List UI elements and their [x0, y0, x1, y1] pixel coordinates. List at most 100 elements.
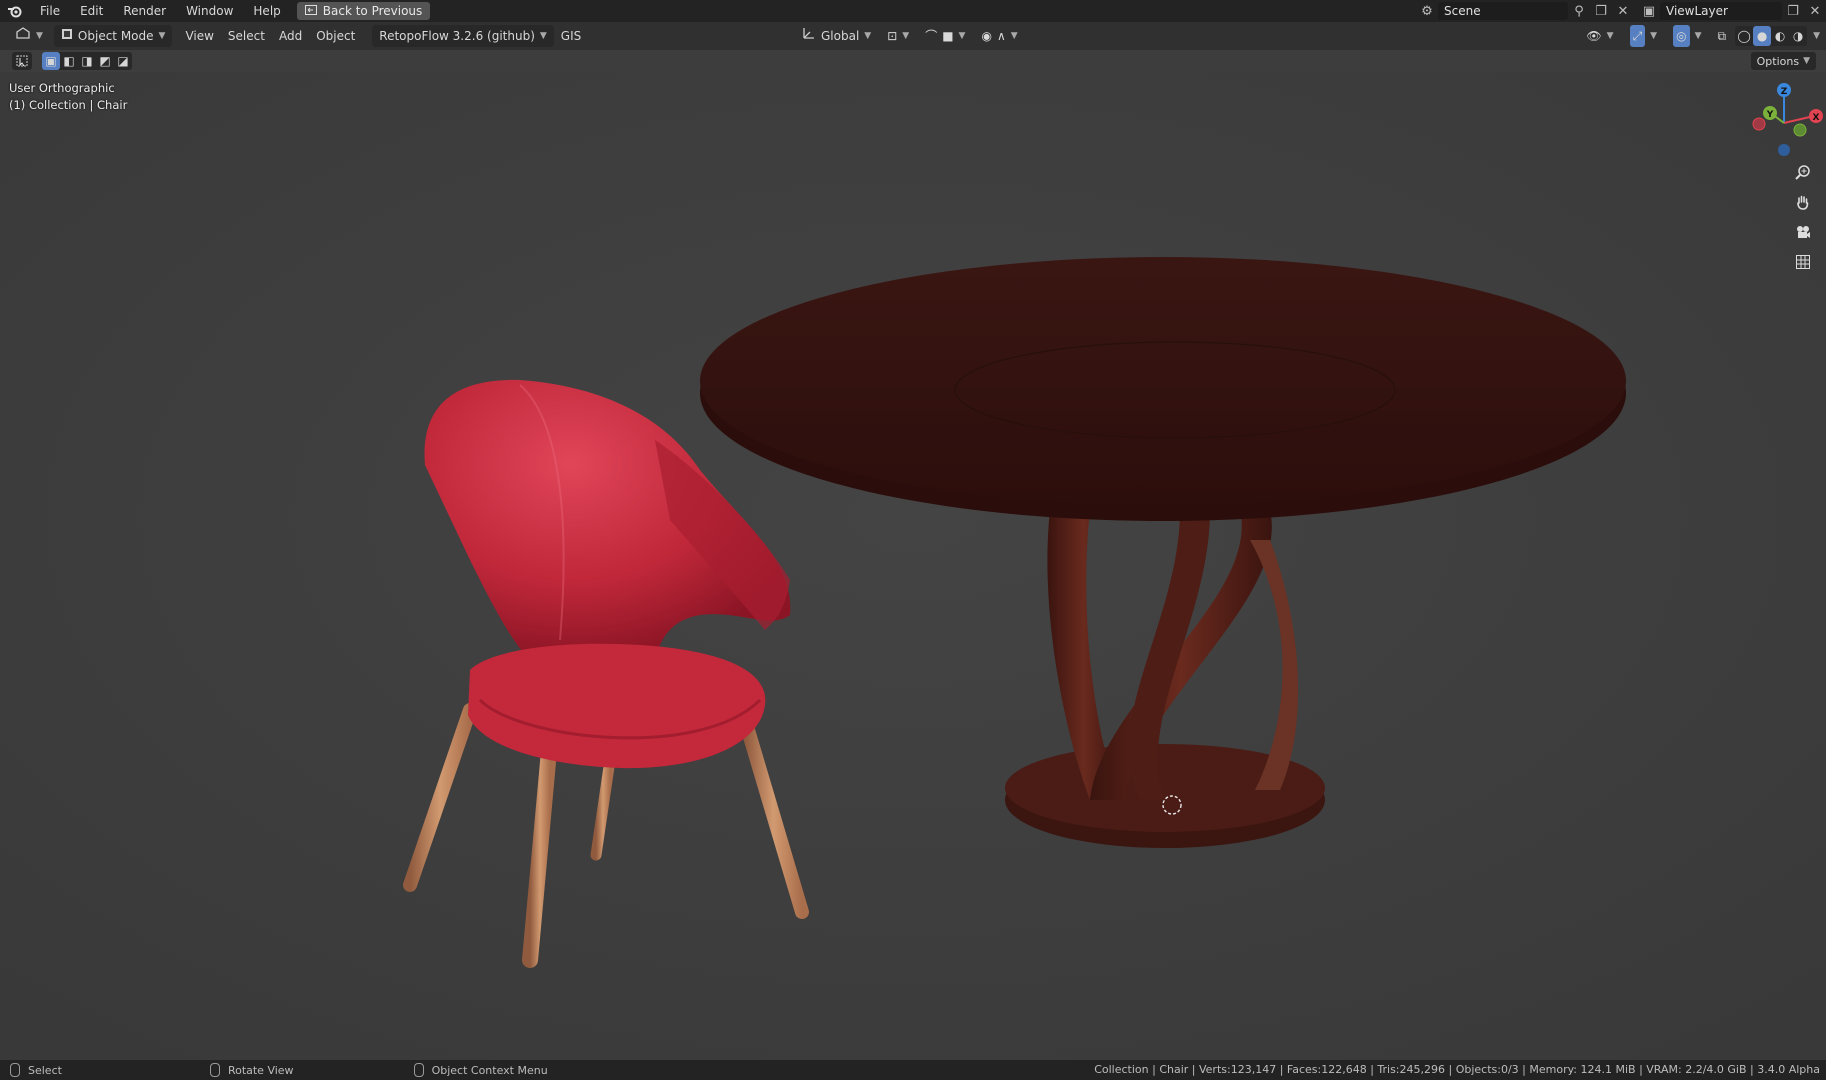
shading-mode-group: ◯ ● ◐ ◑ — [1735, 26, 1808, 46]
chair-seat — [468, 643, 766, 769]
pin-icon[interactable]: ⚲ — [1568, 2, 1590, 20]
status-rotate-label: Rotate View — [227, 1063, 294, 1077]
viewport-navigation — [1791, 160, 1815, 274]
status-select-label: Select — [28, 1063, 62, 1077]
menu-help[interactable]: Help — [243, 0, 290, 22]
retopoflow-dropdown[interactable]: RetopoFlow 3.2.6 (github) ▼ — [372, 25, 554, 47]
viewport-background — [0, 72, 1826, 1060]
scene-name: Scene — [1444, 4, 1481, 18]
editor-type-icon — [15, 25, 31, 47]
options-label: Options — [1756, 54, 1800, 68]
middle-mouse-icon — [209, 1063, 220, 1077]
view-layer-name: ViewLayer — [1666, 4, 1728, 18]
view-layer-selector-icon[interactable]: ▣ — [1638, 2, 1660, 20]
back-icon — [304, 4, 317, 18]
view-name: User Orthographic — [9, 81, 115, 95]
gizmo-toggle[interactable]: ⤢ ▼ — [1623, 25, 1665, 47]
chevron-down-icon: ▼ — [864, 31, 872, 41]
select-invert-icon[interactable]: ◩ — [96, 52, 114, 70]
material-shading-icon[interactable]: ◐ — [1771, 26, 1789, 46]
camera-view-icon[interactable] — [1791, 220, 1815, 244]
chevron-down-icon: ▼ — [1606, 31, 1614, 41]
visibility-dropdown[interactable]: 👁 ▼ — [1579, 25, 1620, 47]
collection-info: (1) Collection | Chair — [9, 98, 128, 112]
menu-object[interactable]: Object — [309, 25, 362, 47]
eye-icon: 👁 — [1586, 29, 1602, 43]
top-menu-bar: File Edit Render Window Help Back to Pre… — [0, 0, 1826, 22]
chevron-down-icon: ▼ — [902, 31, 910, 41]
proportional-editing-button[interactable]: ◉ ∧ ▼ — [974, 25, 1024, 47]
chevron-down-icon: ▼ — [158, 31, 166, 41]
status-hint-rotate: Rotate View — [209, 1063, 294, 1077]
overlays-toggle[interactable]: ◎ ▼ — [1666, 25, 1708, 47]
menu-render[interactable]: Render — [113, 0, 176, 22]
proportional-icon: ◉ — [981, 29, 992, 43]
transform-orientation-dropdown[interactable]: Global ▼ — [795, 25, 878, 47]
tool-settings-row: ▣ ◧ ◨ ◩ ◪ Options ▼ — [0, 50, 1826, 72]
chevron-down-icon: ▼ — [539, 31, 547, 41]
menu-add[interactable]: Add — [272, 25, 309, 47]
select-tool-icon[interactable] — [12, 52, 32, 70]
back-to-previous-button[interactable]: Back to Previous — [296, 2, 431, 20]
scene-name-field[interactable]: Scene — [1438, 2, 1568, 20]
retopoflow-label: RetopoFlow 3.2.6 (github) — [379, 29, 535, 43]
navigation-gizmo[interactable]: Z X Y — [1736, 78, 1826, 168]
status-hint-select: Select — [10, 1063, 62, 1077]
menu-file[interactable]: File — [30, 0, 70, 22]
select-set-icon[interactable]: ▣ — [42, 52, 60, 70]
new-view-layer-icon[interactable]: ❐ — [1782, 2, 1804, 20]
pivot-point-dropdown[interactable]: ⊡ ▼ — [880, 25, 916, 47]
menu-select[interactable]: Select — [221, 25, 272, 47]
overlays-icon: ◎ — [1673, 25, 1690, 47]
rendered-shading-icon[interactable]: ◑ — [1789, 26, 1807, 46]
scene-statistics: Collection | Chair | Verts:123,147 | Fac… — [1094, 1063, 1820, 1076]
blender-logo-icon[interactable] — [0, 0, 30, 22]
view-layer-field[interactable]: ViewLayer — [1660, 2, 1782, 20]
chevron-down-icon: ▼ — [958, 31, 966, 41]
neg-x-axis-icon[interactable] — [1752, 117, 1766, 131]
menu-edit[interactable]: Edit — [70, 0, 113, 22]
status-hint-context: Object Context Menu — [413, 1063, 548, 1077]
neg-y-axis-icon[interactable] — [1793, 123, 1807, 137]
transform-orientation-label: Global — [821, 29, 860, 43]
xray-toggle[interactable]: ⧉ — [1711, 25, 1734, 47]
y-axis-label: Y — [1766, 110, 1774, 120]
table-top — [700, 257, 1626, 505]
select-extend-icon[interactable]: ◧ — [60, 52, 78, 70]
zoom-icon[interactable] — [1791, 160, 1815, 184]
menu-gis[interactable]: GIS — [554, 25, 588, 47]
gizmo-icon: ⤢ — [1629, 25, 1646, 47]
snapping-button[interactable]: ⌒ ■ ▼ — [918, 25, 972, 47]
magnet-icon: ⌒ — [925, 29, 938, 43]
pan-hand-icon[interactable] — [1791, 190, 1815, 214]
viewport-header: ▼ Object Mode ▼ View Select Add Object R… — [0, 22, 1826, 50]
select-subtract-icon[interactable]: ◨ — [78, 52, 96, 70]
chevron-down-icon: ▼ — [1650, 31, 1658, 41]
x-axis-label: X — [1813, 113, 1820, 123]
wireframe-shading-icon[interactable]: ◯ — [1735, 26, 1753, 46]
right-mouse-icon — [413, 1063, 424, 1077]
viewport-3d[interactable] — [0, 72, 1826, 1060]
pivot-icon: ⊡ — [887, 29, 898, 43]
scene-selector-icon[interactable]: ⚙ — [1416, 2, 1438, 20]
status-context-label: Object Context Menu — [431, 1063, 548, 1077]
editor-type-button[interactable]: ▼ — [8, 25, 50, 47]
mode-dropdown[interactable]: Object Mode ▼ — [53, 25, 173, 47]
orientation-icon — [802, 25, 816, 47]
snap-target-icon: ■ — [942, 29, 954, 43]
new-scene-icon[interactable]: ❐ — [1590, 2, 1612, 20]
neg-z-axis-icon[interactable] — [1778, 144, 1790, 156]
chevron-down-icon: ▼ — [1694, 31, 1702, 41]
perspective-grid-icon[interactable] — [1791, 250, 1815, 274]
menu-window[interactable]: Window — [176, 0, 243, 22]
mode-label: Object Mode — [77, 29, 154, 43]
solid-shading-icon[interactable]: ● — [1753, 26, 1772, 46]
shading-options-chevron-icon[interactable]: ▼ — [1813, 31, 1820, 41]
delete-view-layer-icon[interactable]: ✕ — [1804, 2, 1826, 20]
options-dropdown[interactable]: Options ▼ — [1750, 52, 1816, 70]
select-intersect-icon[interactable]: ◪ — [114, 52, 132, 70]
menu-view[interactable]: View — [178, 25, 220, 47]
delete-scene-icon[interactable]: ✕ — [1612, 2, 1634, 20]
selection-mode-group: ▣ ◧ ◨ ◩ ◪ — [42, 52, 132, 70]
left-mouse-icon — [10, 1063, 20, 1077]
